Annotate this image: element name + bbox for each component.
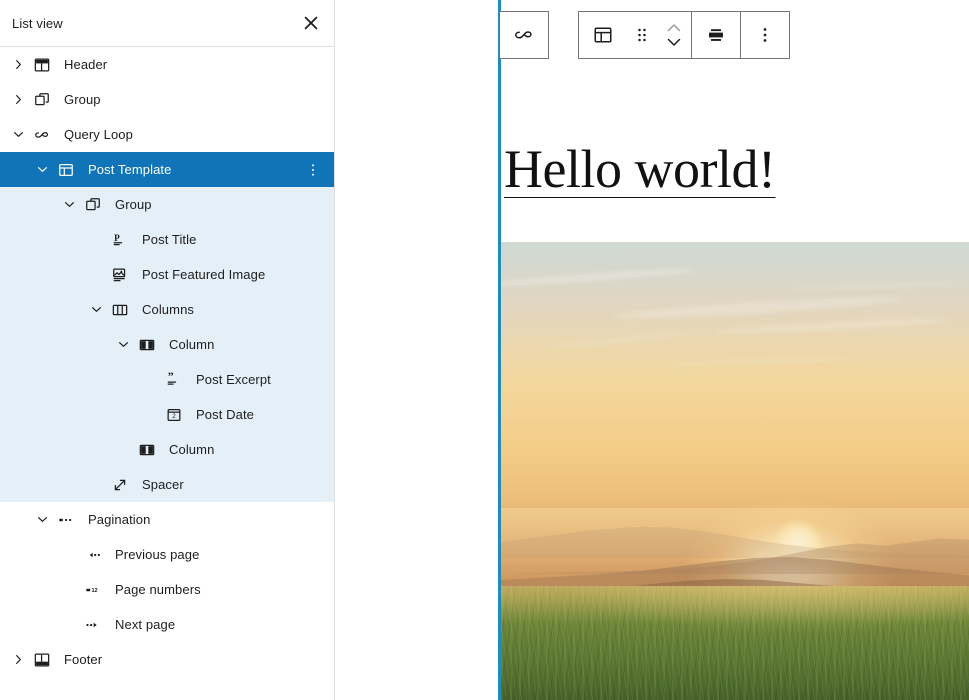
list-view-row-post-title[interactable]: P Post Title <box>0 222 334 257</box>
list-view-row-label: Query Loop <box>64 127 133 142</box>
list-view-row-previous-page[interactable]: Previous page <box>0 537 334 572</box>
list-view-row-label: Page numbers <box>115 582 201 597</box>
list-view-row-label: Columns <box>142 302 194 317</box>
list-view-row-post-featured-image[interactable]: Post Featured Image <box>0 257 334 292</box>
list-view-row-label: Spacer <box>142 477 184 492</box>
list-view-row-column[interactable]: Column <box>0 327 334 362</box>
pagination-block-icon <box>54 508 78 532</box>
align-center-icon[interactable] <box>692 12 740 58</box>
column-block-icon <box>135 438 159 462</box>
previous-page-block-icon <box>81 543 105 567</box>
chevron-down-icon[interactable] <box>57 193 81 217</box>
svg-text:”: ” <box>168 370 174 383</box>
list-view-row-query-loop[interactable]: Query Loop <box>0 117 334 152</box>
list-view-row-post-excerpt[interactable]: ” Post Excerpt <box>0 362 334 397</box>
close-icon[interactable] <box>294 6 328 40</box>
list-view-row-label: Pagination <box>88 512 151 527</box>
list-view-panel: List view Header Group Query Loop Post Temp… <box>0 0 335 700</box>
list-view-row-label: Column <box>169 337 215 352</box>
list-view-row-next-page[interactable]: Next page <box>0 607 334 642</box>
drag-dots-icon[interactable] <box>627 12 657 58</box>
post-date-block-icon: 2 <box>162 403 186 427</box>
list-view-row-label: Footer <box>64 652 103 667</box>
more-vertical-icon[interactable] <box>302 158 324 182</box>
footer-block-icon <box>30 648 54 672</box>
group-block-icon <box>30 88 54 112</box>
block-toolbar-group <box>578 11 790 59</box>
list-view-row-label: Post Excerpt <box>196 372 271 387</box>
list-view-row-columns[interactable]: Columns <box>0 292 334 327</box>
columns-block-icon <box>108 298 132 322</box>
svg-text:P: P <box>114 232 120 242</box>
more-vertical-icon[interactable] <box>741 12 789 58</box>
chevron-down-icon[interactable] <box>84 298 108 322</box>
svg-text:12: 12 <box>92 588 98 594</box>
post-template-block-icon[interactable] <box>579 12 627 58</box>
group-block-icon <box>81 193 105 217</box>
post-title-block-icon: P <box>108 228 132 252</box>
list-view-row-label: Post Template <box>88 162 172 177</box>
chevron-down-icon[interactable] <box>30 158 54 182</box>
page-numbers-block-icon: 12 <box>81 578 105 602</box>
header-block-icon <box>30 53 54 77</box>
chevron-up-down-icon[interactable] <box>657 12 691 58</box>
query-loop-block-icon[interactable] <box>500 12 548 58</box>
list-view-row-post-date[interactable]: 2 Post Date <box>0 397 334 432</box>
editor-canvas: Hello world! <box>336 0 969 700</box>
list-view-header: List view <box>0 0 334 47</box>
list-view-row-page-numbers[interactable]: 12 Page numbers <box>0 572 334 607</box>
list-view-row-label: Previous page <box>115 547 200 562</box>
list-view-row-label: Group <box>115 197 152 212</box>
editor-screen: List view Header Group Query Loop Post Temp… <box>0 0 969 700</box>
list-view-row-footer[interactable]: Footer <box>0 642 334 677</box>
list-view-row-header[interactable]: Header <box>0 47 334 82</box>
chevron-down-icon[interactable] <box>111 333 135 357</box>
chevron-right-icon[interactable] <box>6 88 30 112</box>
column-block-icon <box>135 333 159 357</box>
list-view-row-pagination[interactable]: Pagination <box>0 502 334 537</box>
post-featured-image <box>501 242 969 700</box>
post-featured-image-block-icon <box>108 263 132 287</box>
chevron-right-icon[interactable] <box>6 53 30 77</box>
list-view-row-label: Post Featured Image <box>142 267 266 282</box>
list-view-row-column[interactable]: Column <box>0 432 334 467</box>
list-view-row-group[interactable]: Group <box>0 187 334 222</box>
parent-block-toolbar-group <box>499 11 549 59</box>
svg-text:2: 2 <box>172 413 176 420</box>
block-toolbar <box>499 11 790 59</box>
next-page-block-icon <box>81 613 105 637</box>
chevron-down-icon[interactable] <box>6 123 30 147</box>
block-tree: Header Group Query Loop Post Template Group P… <box>0 47 334 677</box>
post-excerpt-block-icon: ” <box>162 368 186 392</box>
list-view-row-label: Column <box>169 442 215 457</box>
spacer-block-icon <box>108 473 132 497</box>
list-view-row-label: Post Title <box>142 232 197 247</box>
list-view-row-spacer[interactable]: Spacer <box>0 467 334 502</box>
chevron-right-icon[interactable] <box>6 648 30 672</box>
list-view-row-post-template[interactable]: Post Template <box>0 152 334 187</box>
list-view-row-group[interactable]: Group <box>0 82 334 117</box>
query-loop-block-icon <box>30 123 54 147</box>
page-title: Hello world! <box>504 139 776 199</box>
chevron-down-icon[interactable] <box>30 508 54 532</box>
list-view-row-label: Group <box>64 92 101 107</box>
list-view-row-label: Header <box>64 57 108 72</box>
grass-meadow <box>501 585 969 700</box>
list-view-row-label: Post Date <box>196 407 254 422</box>
list-view-row-label: Next page <box>115 617 176 632</box>
post-template-block-icon <box>54 158 78 182</box>
list-view-title: List view <box>12 15 63 31</box>
